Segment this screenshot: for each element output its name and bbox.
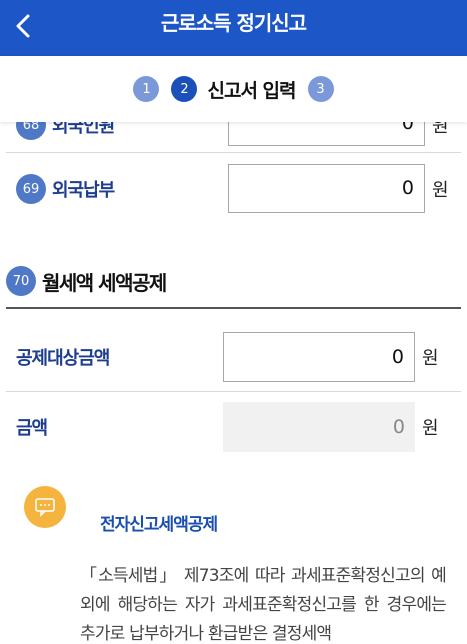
notice-body: 「소득세법」 제73조에 따라 과세표준확정신고의 예외에 해당하는 자가 과세… (80, 566, 447, 644)
step-2-label: 신고서 입력 (207, 79, 296, 102)
section-divider (6, 307, 461, 309)
divider (6, 152, 461, 153)
amount-input: 0 (223, 402, 415, 452)
row-amount: 금액 0 원 (0, 402, 467, 452)
notice-title: 전자신고세액공제 (100, 515, 218, 535)
row-deduction-target: 공제대상금액 0 원 (0, 332, 467, 382)
row-foreign-label: 69 외국납부 (16, 174, 115, 204)
section-title-text: 월세액 세액공제 (42, 270, 167, 295)
step-1-number: 1 (133, 76, 160, 102)
section-title: 70 월세액 세액공제 (6, 266, 167, 296)
amount-label: 금액 (16, 418, 48, 439)
step-2-number: 2 (171, 76, 198, 102)
deduction-target-label: 공제대상금액 (16, 348, 110, 369)
deduction-target-unit: 원 (422, 348, 439, 369)
deduction-target-input[interactable]: 0 (223, 332, 415, 382)
chat-bubble-icon (24, 486, 66, 528)
row-foreign-text: 외국납부 (52, 180, 115, 201)
step-2: 2 신고서 입력 (171, 76, 297, 103)
foreign-payment-input[interactable]: 0 (228, 164, 425, 213)
amount-unit: 원 (422, 418, 439, 439)
row-foreign-payment: 69 외국납부 0 원 (0, 164, 467, 214)
foreign-payment-unit: 원 (432, 180, 449, 201)
section-number: 70 (6, 266, 36, 296)
step-indicator: 1 2 신고서 입력 3 (0, 56, 467, 122)
step-1: 1 (133, 76, 160, 102)
divider (6, 391, 461, 392)
step-3: 3 (307, 76, 334, 102)
row-foreign-number: 69 (16, 174, 46, 204)
step-3-number: 3 (307, 76, 334, 102)
page-title: 근로소득 정기신고 (160, 11, 307, 35)
app-header: 근로소득 정기신고 (0, 0, 467, 56)
